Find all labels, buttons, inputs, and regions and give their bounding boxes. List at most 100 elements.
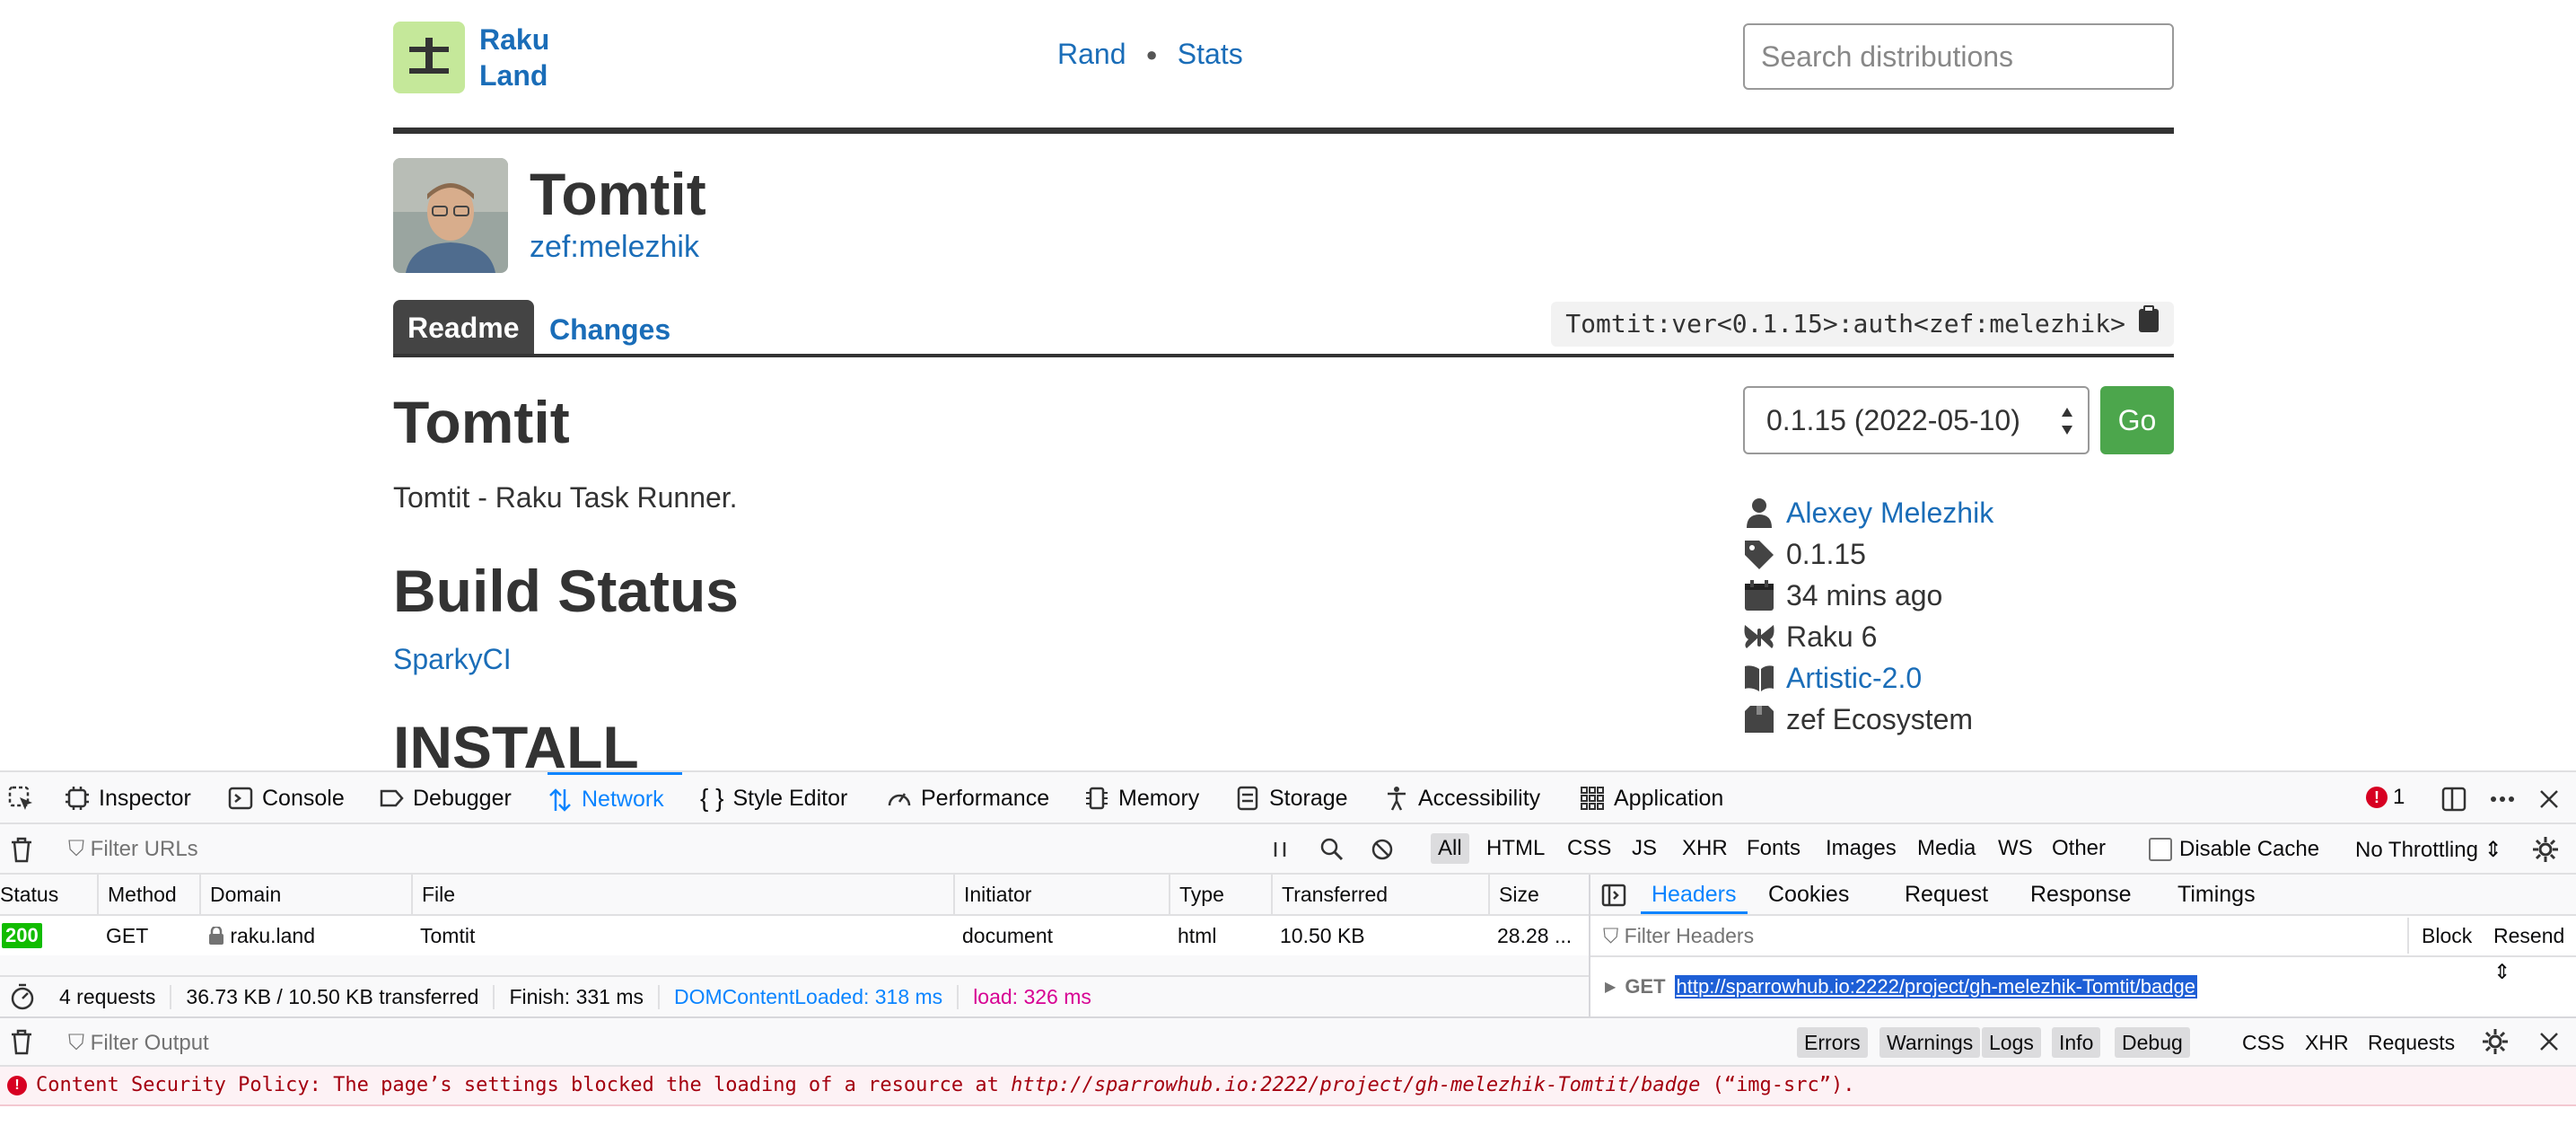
- tab-style-editor[interactable]: { } Style Editor: [700, 772, 847, 824]
- tab-console[interactable]: Console: [228, 772, 345, 824]
- col-type[interactable]: Type: [1169, 875, 1271, 914]
- tab-timings[interactable]: Timings: [2177, 875, 2256, 914]
- resend-button[interactable]: Resend ⇕: [2493, 918, 2576, 983]
- level-warnings[interactable]: Warnings: [1879, 1027, 1981, 1058]
- filter-fonts[interactable]: Fonts: [1739, 833, 1808, 864]
- row-transferred: 10.50 KB: [1280, 924, 1365, 947]
- filter-xhr[interactable]: XHR: [1675, 833, 1735, 864]
- meta-date: 34 mins ago: [1743, 575, 1993, 616]
- table-row[interactable]: 200 GET raku.land Tomtit document html 1…: [0, 916, 1589, 955]
- console-filter-xhr[interactable]: XHR: [2305, 1027, 2349, 1058]
- block-requests-icon[interactable]: [1368, 835, 1397, 864]
- tab-cookies[interactable]: Cookies: [1768, 875, 1849, 914]
- debugger-icon: [380, 789, 404, 807]
- dock-toggle-icon[interactable]: [2440, 785, 2468, 814]
- tab-performance[interactable]: Performance: [887, 772, 1049, 824]
- clipboard-icon[interactable]: [2138, 302, 2160, 347]
- console-filter-requests[interactable]: Requests: [2368, 1027, 2455, 1058]
- filter-other[interactable]: Other: [2045, 833, 2113, 864]
- sparkyci-link[interactable]: SparkyCI: [393, 643, 512, 676]
- go-button[interactable]: Go: [2100, 386, 2174, 454]
- level-logs[interactable]: Logs: [1982, 1027, 2041, 1058]
- level-debug[interactable]: Debug: [2115, 1027, 2190, 1058]
- row-domain: raku.land: [199, 916, 315, 955]
- filter-all[interactable]: All: [1431, 833, 1469, 864]
- gear-icon[interactable]: [2481, 1027, 2510, 1056]
- identity-text: Tomtit:ver<0.1.15>:auth<zef:melezhik>: [1565, 309, 2125, 339]
- version-select[interactable]: 0.1.15 (2022-05-10): [1743, 386, 2090, 454]
- level-errors[interactable]: Errors: [1797, 1027, 1868, 1058]
- disable-cache-checkbox[interactable]: Disable Cache: [2149, 837, 2319, 862]
- license-link[interactable]: Artistic-2.0: [1786, 662, 1922, 695]
- col-initiator[interactable]: Initiator: [953, 875, 1169, 914]
- version-select-value: 0.1.15 (2022-05-10): [1766, 404, 2020, 436]
- meta-ecosystem: zef Ecosystem: [1743, 699, 1993, 740]
- tab-memory[interactable]: Memory: [1084, 772, 1199, 824]
- console-input[interactable]: [0, 1106, 2576, 1126]
- author-avatar: [393, 158, 508, 273]
- trash-icon[interactable]: [7, 1027, 36, 1056]
- sidebar-toggle-icon[interactable]: [1601, 884, 1626, 907]
- tab-readme[interactable]: Readme: [393, 300, 534, 354]
- site-logo-text[interactable]: Raku Land: [479, 22, 549, 93]
- error-icon: !: [2366, 787, 2388, 808]
- tab-headers[interactable]: Headers: [1641, 875, 1748, 914]
- request-line[interactable]: ▶ GET http://sparrowhub.io:2222/project/…: [1605, 975, 2197, 998]
- block-button[interactable]: Block: [2407, 918, 2472, 954]
- ecosystem-value: zef Ecosystem: [1786, 702, 1974, 735]
- console-toolbar: ⛉ Filter Output Errors Warnings Logs Inf…: [0, 1016, 2576, 1067]
- select-arrows-icon: ⇕: [2484, 838, 2502, 862]
- col-file[interactable]: File: [411, 875, 953, 914]
- col-domain[interactable]: Domain: [199, 875, 411, 914]
- filter-images[interactable]: Images: [1818, 833, 1904, 864]
- error-count-badge[interactable]: ! 1: [2366, 785, 2405, 810]
- request-url[interactable]: http://sparrowhub.io:2222/project/gh-mel…: [1674, 975, 2197, 998]
- col-size[interactable]: Size: [1488, 875, 1589, 914]
- tab-inspector[interactable]: Inspector: [65, 772, 191, 824]
- tab-network[interactable]: Network: [548, 772, 682, 824]
- console-filter-css[interactable]: CSS: [2242, 1027, 2284, 1058]
- row-file: Tomtit: [420, 924, 476, 947]
- web-page: Raku Land Rand ● Stats Tomtit zef:melezh…: [0, 0, 2576, 770]
- filter-output-input[interactable]: ⛉ Filter Output: [68, 1031, 209, 1056]
- tab-label: Application: [1614, 785, 1724, 811]
- more-options-icon[interactable]: [2488, 785, 2517, 814]
- tab-accessibility[interactable]: Accessibility: [1384, 772, 1540, 824]
- col-status[interactable]: Status: [0, 875, 97, 914]
- filter-js[interactable]: JS: [1625, 833, 1664, 864]
- filter-html[interactable]: HTML: [1479, 833, 1552, 864]
- filter-headers-input[interactable]: ⛉ Filter Headers: [1603, 918, 1754, 954]
- trash-icon[interactable]: [7, 835, 36, 864]
- throttling-select[interactable]: No Throttling ⇕: [2355, 837, 2502, 863]
- search-icon[interactable]: [1318, 835, 1346, 864]
- pause-icon[interactable]: [1266, 835, 1294, 864]
- summary-transferred: 36.73 KB / 10.50 KB transferred: [171, 984, 495, 1009]
- filter-media[interactable]: Media: [1910, 833, 1983, 864]
- gear-icon[interactable]: [2531, 835, 2560, 864]
- tab-response[interactable]: Response: [2030, 875, 2132, 914]
- tab-request[interactable]: Request: [1905, 875, 1988, 914]
- filter-urls-input[interactable]: ⛉ Filter URLs: [68, 837, 198, 862]
- console-error-message[interactable]: ! Content Security Policy: The page’s set…: [0, 1067, 2576, 1106]
- tab-changes[interactable]: Changes: [549, 300, 670, 359]
- filter-css[interactable]: CSS: [1560, 833, 1618, 864]
- author-link[interactable]: Alexey Melezhik: [1786, 497, 1993, 530]
- col-method[interactable]: Method: [97, 875, 199, 914]
- element-picker-icon[interactable]: [7, 785, 36, 814]
- raku-land-logo-icon[interactable]: [393, 22, 465, 93]
- close-icon[interactable]: [2535, 1027, 2563, 1056]
- tab-storage[interactable]: Storage: [1235, 772, 1348, 824]
- console-msg-url[interactable]: http://sparrowhub.io:2222/project/gh-mel…: [1011, 1074, 1700, 1096]
- close-icon[interactable]: [2535, 785, 2563, 814]
- tab-application[interactable]: Application: [1580, 772, 1723, 824]
- braces-icon: { }: [700, 784, 724, 812]
- distribution-meta: Alexey Melezhik 0.1.15 34 mins ago Raku …: [1743, 492, 1993, 740]
- distribution-auth-link[interactable]: zef:melezhik: [530, 230, 699, 265]
- nav-stats-link[interactable]: Stats: [1178, 38, 1243, 71]
- tab-debugger[interactable]: Debugger: [379, 772, 512, 824]
- search-input[interactable]: [1743, 23, 2174, 90]
- nav-rand-link[interactable]: Rand: [1057, 38, 1126, 71]
- level-info[interactable]: Info: [2052, 1027, 2101, 1058]
- col-transferred[interactable]: Transferred: [1271, 875, 1488, 914]
- filter-ws[interactable]: WS: [1991, 833, 2040, 864]
